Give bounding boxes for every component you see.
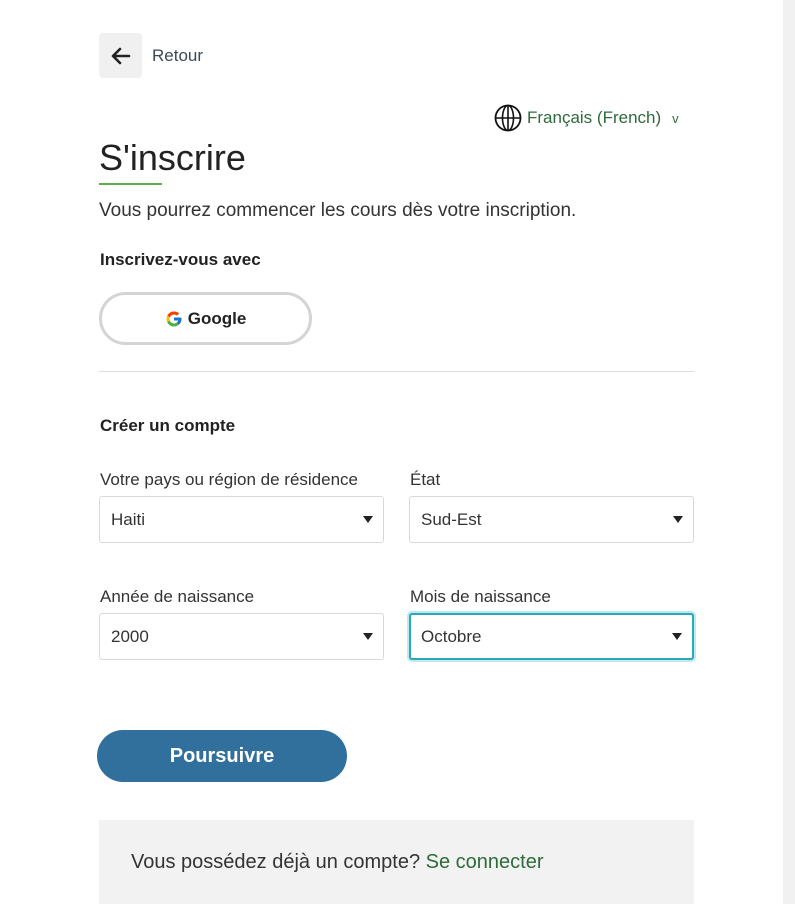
google-icon [166,311,182,326]
country-value: Haiti [111,509,146,529]
state-label: État [410,470,441,489]
globe-icon [494,104,522,132]
birth-year-label: Année de naissance [100,587,255,606]
google-button-label: Google [187,308,247,328]
birth-month-value: Octobre [421,626,482,646]
state-select[interactable]: Sud-Est [409,496,694,543]
page-subtitle: Vous pourrez commencer les cours dès vot… [99,200,577,221]
login-prompt-box: Vous possédez déjà un compte? Se connect… [99,820,694,904]
state-value: Sud-Est [421,509,482,529]
section-divider [99,371,694,372]
birth-year-value: 2000 [111,626,149,646]
back-button[interactable] [99,33,142,78]
country-label: Votre pays ou région de résidence [100,470,359,489]
google-signup-button[interactable]: Google [99,292,312,345]
birth-month-label: Mois de naissance [410,587,551,606]
social-signup-heading: Inscrivez-vous avec [100,250,261,269]
dropdown-arrow-icon [672,632,682,640]
back-link[interactable]: Retour [152,46,203,66]
language-label: Français (French) [527,108,662,127]
continue-button[interactable]: Poursuivre [97,730,347,782]
birth-year-select[interactable]: 2000 [99,613,384,660]
arrow-left-icon [111,47,130,64]
title-underline [99,183,162,185]
country-select[interactable]: Haiti [99,496,384,543]
page-title: S'inscrire [99,137,246,178]
scrollbar-track[interactable] [783,0,795,904]
create-account-heading: Créer un compte [100,416,236,435]
language-selector[interactable]: Français (French) v [494,103,679,133]
dropdown-arrow-icon [363,515,373,523]
birth-month-select[interactable]: Octobre [409,613,694,660]
chevron-down-icon: v [672,110,679,126]
login-prompt-text: Vous possédez déjà un compte? [131,851,421,873]
dropdown-arrow-icon [673,515,683,523]
login-link[interactable]: Se connecter [426,851,544,873]
dropdown-arrow-icon [363,632,373,640]
